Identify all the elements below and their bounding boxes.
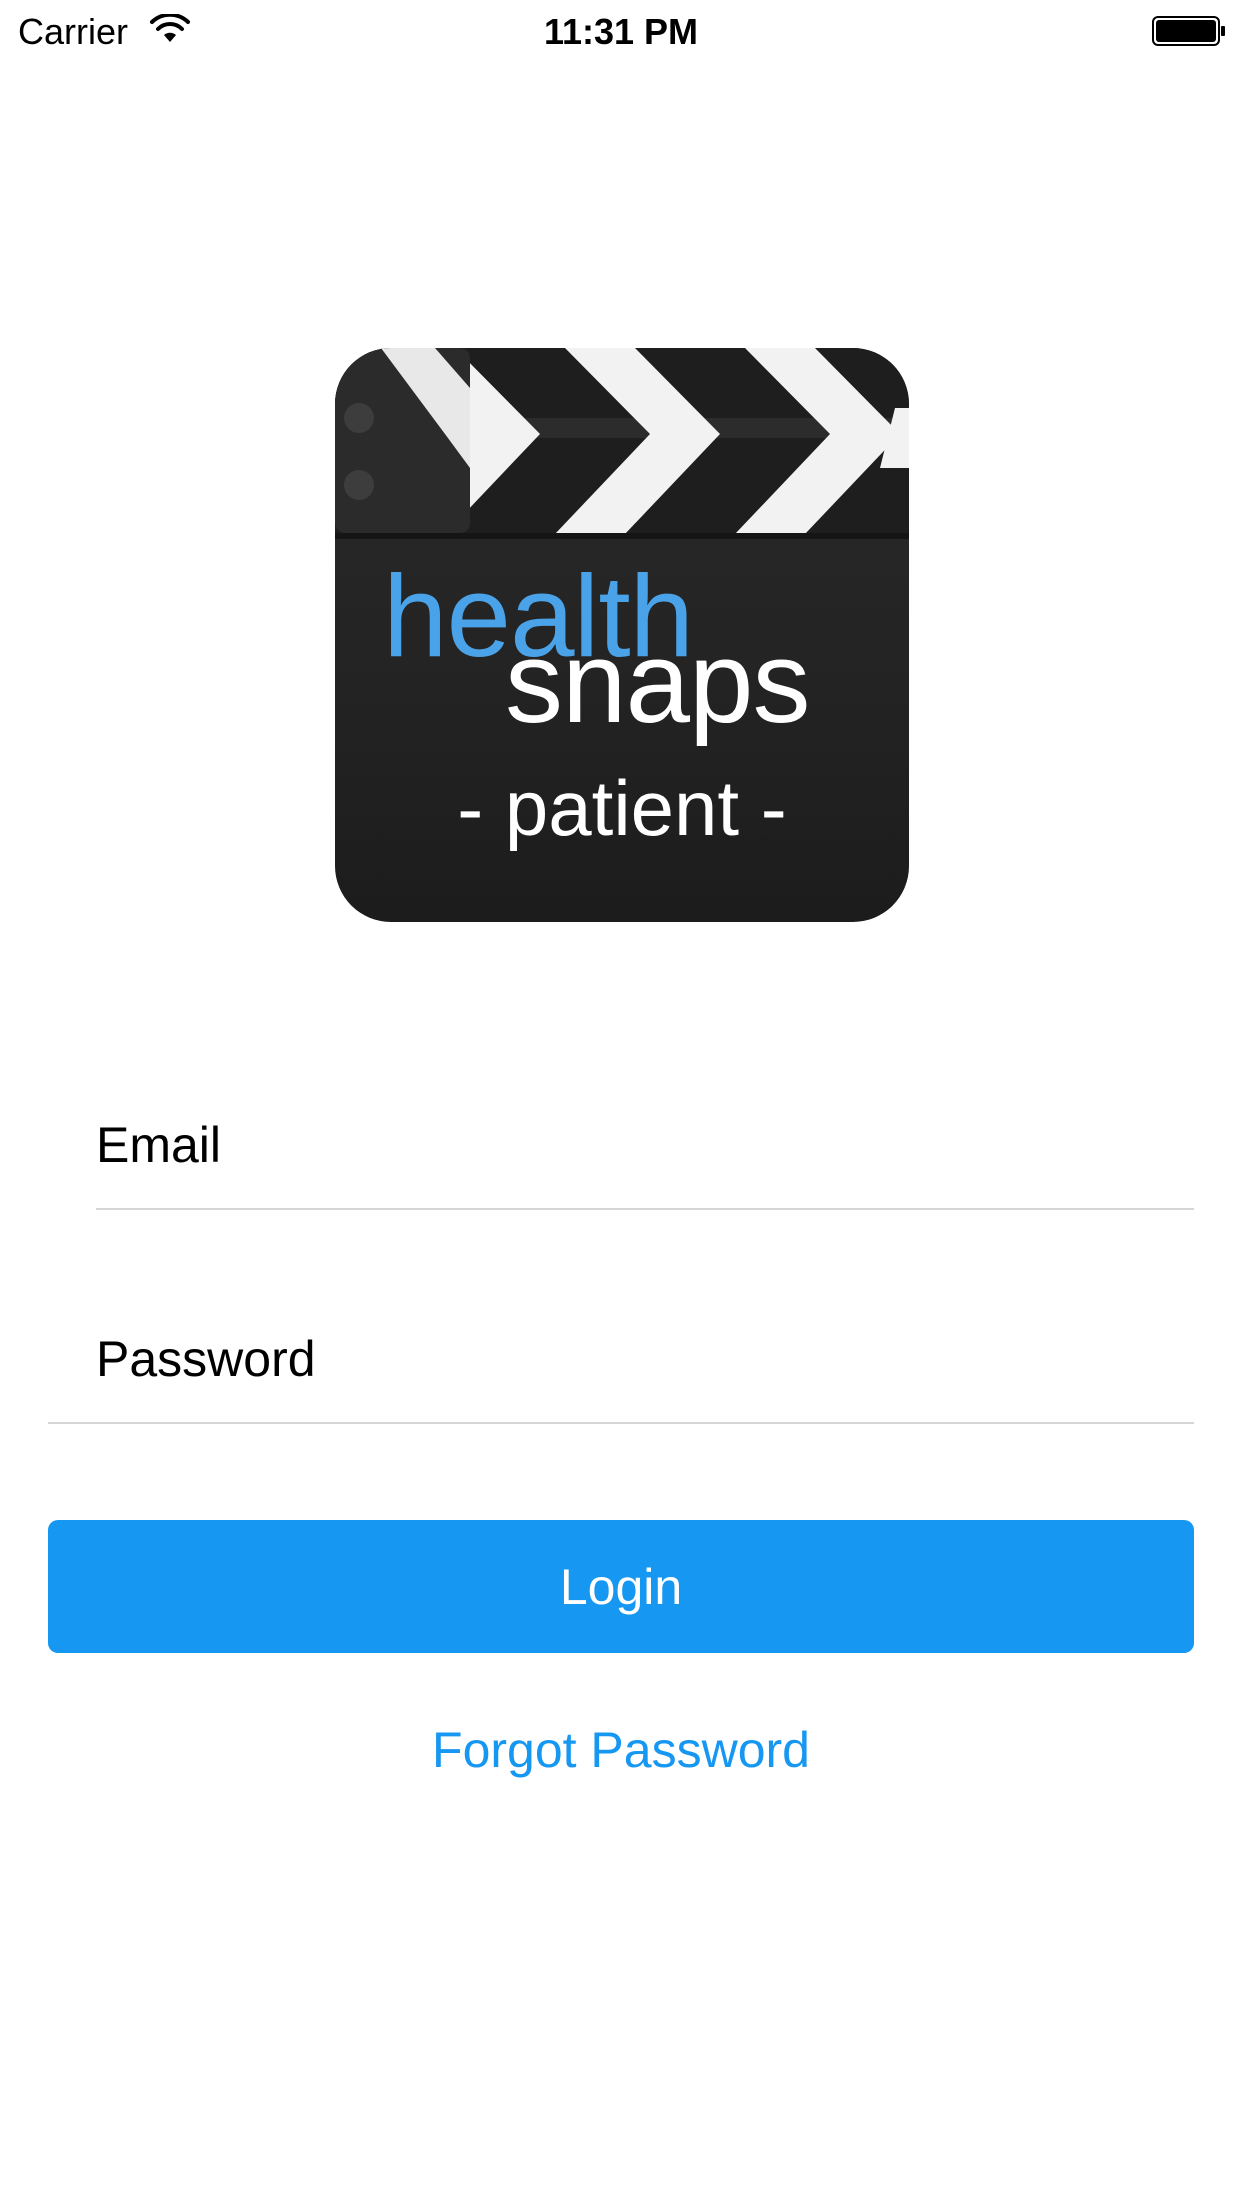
status-time: 11:31 PM xyxy=(543,11,699,52)
app-logo: health snaps - patient - xyxy=(335,348,909,922)
logo-text-patient: - patient - xyxy=(457,764,787,852)
password-divider xyxy=(48,1422,1194,1424)
login-button[interactable]: Login xyxy=(48,1520,1194,1653)
email-divider xyxy=(96,1208,1194,1210)
logo-text-snaps: snaps xyxy=(505,617,811,747)
forgot-password-link[interactable]: Forgot Password xyxy=(0,1718,1242,1782)
email-field[interactable] xyxy=(96,1090,1194,1200)
password-field[interactable] xyxy=(96,1304,1194,1414)
status-bar: Carrier 11:31 PM xyxy=(0,0,1242,60)
battery-icon xyxy=(1152,16,1225,46)
